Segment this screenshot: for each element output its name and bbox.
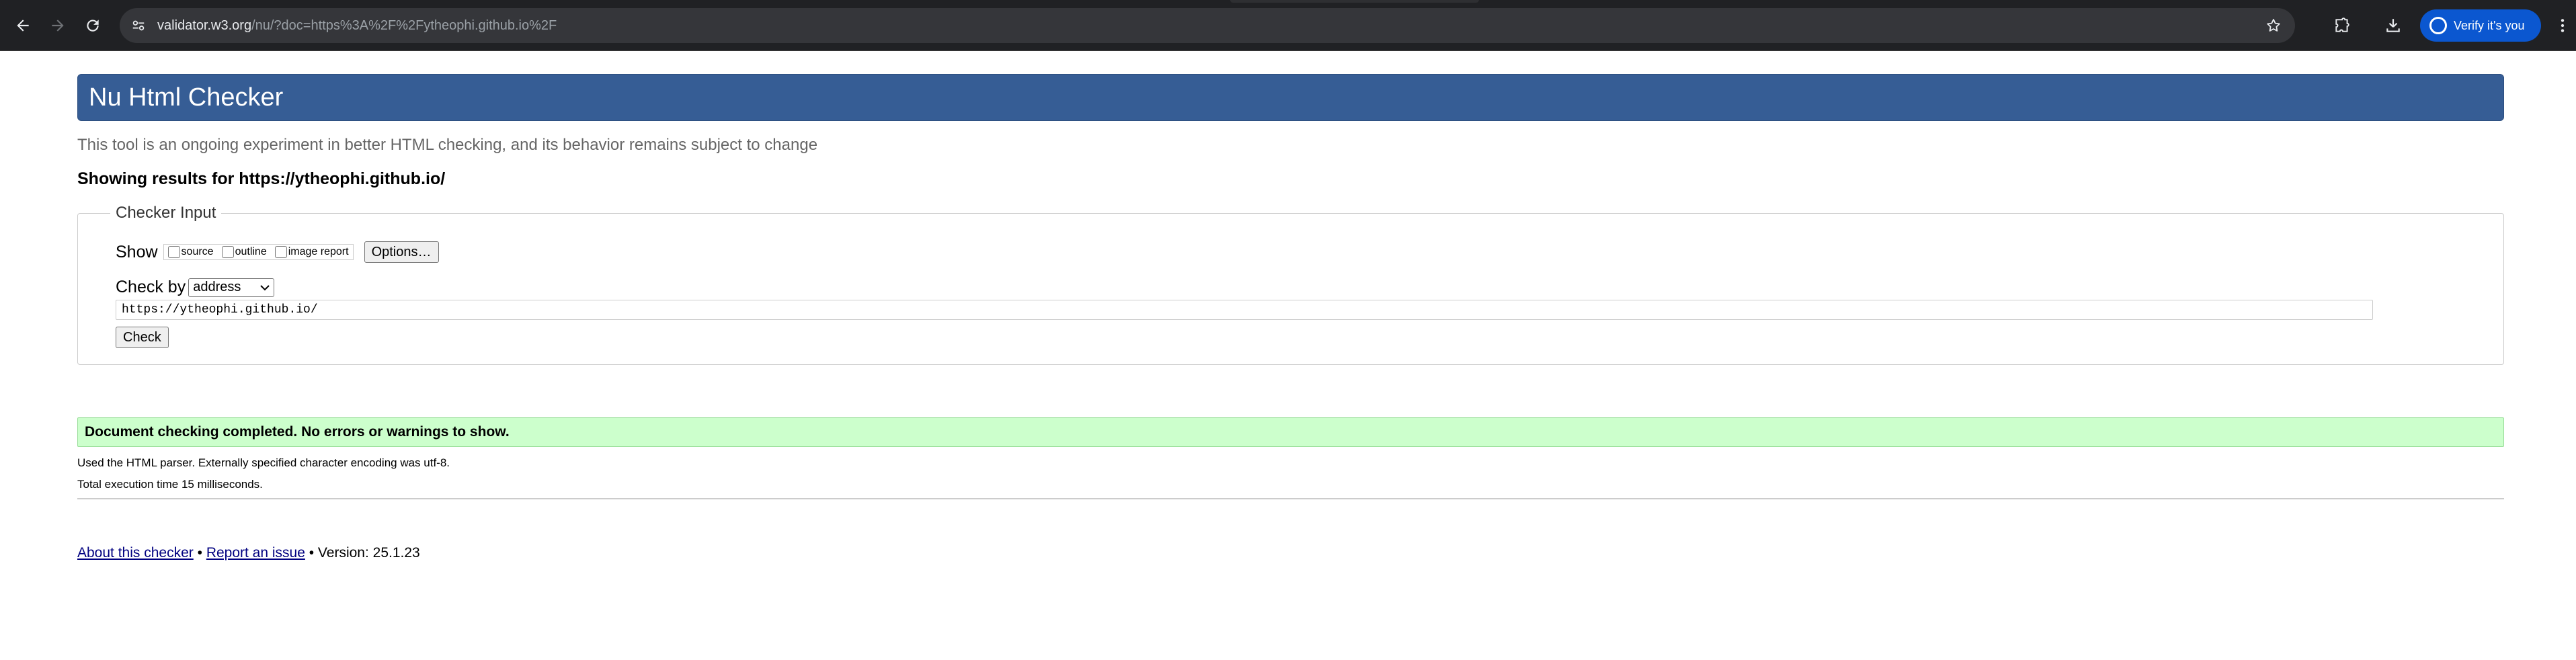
arrow-right-icon [52, 19, 64, 32]
download-icon [2386, 19, 2400, 32]
star-icon [2267, 19, 2280, 32]
url-text[interactable]: validator.w3.org/nu/?doc=https%3A%2F%2Fy… [157, 17, 557, 34]
chevron-down-icon [260, 284, 270, 290]
tune-icon [132, 20, 145, 31]
footer: About this checker • Report an issue • V… [77, 545, 2504, 561]
bookmark-button[interactable] [2261, 13, 2286, 38]
report-issue-link[interactable]: Report an issue [206, 545, 305, 561]
url-host: validator.w3.org [157, 18, 252, 33]
options-button[interactable]: Options… [364, 241, 439, 263]
parser-info: Used the HTML parser. Externally specifi… [77, 456, 450, 469]
option-outline[interactable]: outline [221, 246, 267, 258]
about-link[interactable]: About this checker [77, 545, 194, 561]
browser-menu-button[interactable] [2549, 12, 2576, 39]
check-by-row: Check by address [116, 278, 2466, 297]
option-image-report[interactable]: image report [274, 246, 349, 258]
show-options-group: source outline image report [163, 244, 354, 260]
footer-separator: • [197, 545, 202, 561]
execution-time: Total execution time 15 milliseconds. [77, 478, 263, 491]
results-heading: Showing results for https://ytheophi.git… [77, 169, 446, 188]
verify-profile-chip[interactable]: Verify it's you [2420, 9, 2541, 42]
show-options-row: Show source outline image report Options… [116, 241, 2466, 263]
intro-text: This tool is an ongoing experiment in be… [77, 136, 818, 154]
reload-button[interactable] [79, 12, 106, 39]
profile-avatar-icon [2429, 17, 2447, 34]
puzzle-icon [2335, 17, 2349, 32]
image-report-label: image report [288, 246, 349, 257]
check-by-value: address [193, 280, 241, 294]
tab-strip-edge [1230, 0, 1479, 3]
verify-label: Verify it's you [2454, 18, 2525, 32]
source-checkbox[interactable] [167, 246, 180, 258]
source-label: source [181, 246, 214, 257]
divider [77, 498, 2504, 499]
version-text: • Version: 25.1.23 [309, 545, 420, 561]
reload-icon [87, 19, 99, 32]
success-message: Document checking completed. No errors o… [77, 417, 2504, 447]
url-path: /nu/?doc=https%3A%2F%2Fytheophi.github.i… [251, 18, 557, 33]
show-label: Show [116, 242, 158, 261]
check-by-label: Check by [116, 278, 186, 296]
page-title: Nu Html Checker [89, 83, 284, 112]
address-bar[interactable]: validator.w3.org/nu/?doc=https%3A%2F%2Fy… [120, 8, 2295, 43]
arrow-left-icon [17, 19, 29, 32]
option-source[interactable]: source [167, 246, 214, 258]
page-header: Nu Html Checker [77, 74, 2504, 121]
page-content: Nu Html Checker This tool is an ongoing … [77, 51, 2504, 561]
extensions-button[interactable] [2329, 12, 2356, 39]
image-report-checkbox[interactable] [274, 246, 287, 258]
check-button[interactable]: Check [116, 327, 169, 348]
forward-button[interactable] [44, 12, 71, 39]
outline-checkbox[interactable] [221, 246, 234, 258]
site-info-button[interactable] [126, 13, 151, 38]
url-input[interactable]: https://ytheophi.github.io/ [116, 300, 2373, 320]
checker-input-form: Checker Input Show source outline image … [77, 204, 2504, 365]
back-button[interactable] [9, 12, 36, 39]
browser-toolbar: validator.w3.org/nu/?doc=https%3A%2F%2Fy… [0, 0, 2576, 51]
check-by-select[interactable]: address [188, 278, 275, 297]
outline-label: outline [235, 246, 267, 257]
more-vertical-icon [2561, 19, 2565, 32]
downloads-button[interactable] [2380, 12, 2407, 39]
checker-input-legend: Checker Input [116, 204, 216, 222]
